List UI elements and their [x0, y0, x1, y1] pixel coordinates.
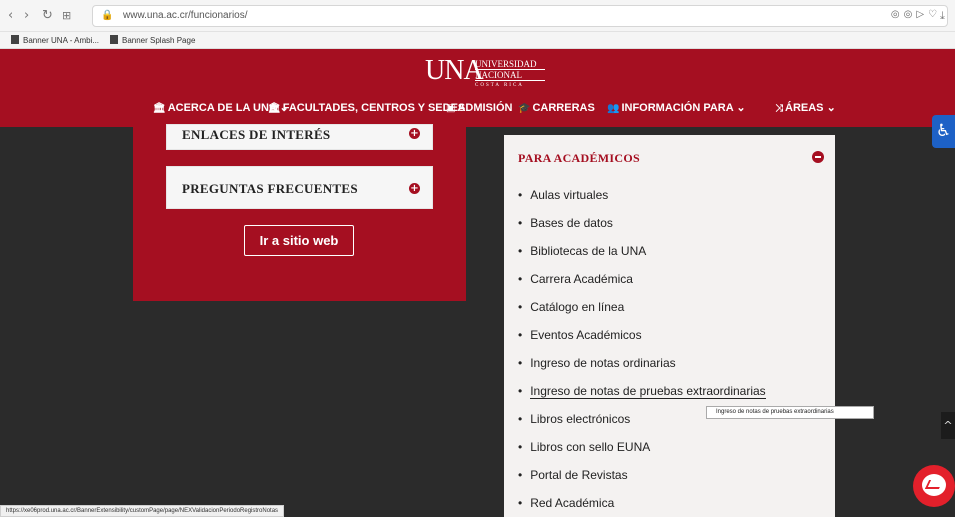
list-item[interactable]: Ingreso de notas ordinarias — [518, 355, 766, 383]
shuffle-icon: ⤨ — [775, 103, 783, 114]
main-nav: 🏛 ACERCA DE LA UNA ⌄ 🏛 FACULTADES, CENTROS… — [0, 100, 955, 118]
list-item[interactable]: Bases de datos — [518, 215, 766, 243]
page-icon — [110, 35, 118, 44]
nav-areas[interactable]: ⤨ ÁREAS ⌄ — [775, 100, 836, 117]
list-item[interactable]: Libros con sello EUNA — [518, 439, 766, 467]
institution-icon: 🏛 — [268, 103, 281, 114]
id-card-icon: ▣ — [446, 103, 456, 114]
bookmarks-bar: Banner UNA - Ambi... Banner Splash Page — [0, 32, 955, 49]
status-bar-url: https://xe06prod.una.ac.cr/BannerExtensi… — [0, 505, 285, 517]
list-item[interactable]: Portal de Revistas — [518, 467, 766, 495]
url-text[interactable]: www.una.ac.cr/funcionarios/ — [123, 10, 248, 21]
list-item[interactable]: Aulas virtuales — [518, 187, 766, 215]
list-item[interactable]: Bibliotecas de la UNA — [518, 243, 766, 271]
address-bar[interactable]: 🔒 www.una.ac.cr/funcionarios/ ◎◎▷♡ — [92, 5, 948, 27]
lock-icon: 🔒 — [101, 10, 114, 21]
list-item[interactable]: Carrera Académica — [518, 271, 766, 299]
nav-carreras[interactable]: 🎓 CARRERAS — [518, 100, 595, 117]
forward-icon[interactable]: › — [24, 8, 29, 24]
academics-link-list: Aulas virtuales Bases de datos Bibliotec… — [518, 187, 766, 517]
graduation-cap-icon: 🎓 — [518, 103, 531, 114]
nav-informacion[interactable]: 👥 INFORMACIÓN PARA ⌄ — [607, 100, 746, 117]
nav-facultades[interactable]: 🏛 FACULTADES, CENTROS Y SEDES — [268, 100, 465, 117]
browser-toolbar: ‹ › ↻ ⊞ 🔒 www.una.ac.cr/funcionarios/ ◎◎… — [0, 0, 955, 32]
nav-admision[interactable]: ▣ ADMISIÓN — [446, 100, 512, 117]
site-header: UNA UNIVERSIDAD NACIONAL COSTA RICA 🏛 ACE… — [0, 49, 955, 127]
panel-title[interactable]: PARA ACADÉMICOS — [518, 151, 640, 166]
accordion-preguntas[interactable]: PREGUNTAS FRECUENTES + — [166, 166, 433, 209]
go-to-website-button[interactable]: Ir a sitio web — [244, 225, 354, 256]
bookmark-item[interactable]: Banner Splash Page — [110, 35, 195, 45]
list-item[interactable]: Red Académica — [518, 495, 766, 517]
users-icon: 👥 — [607, 103, 620, 114]
links-box — [133, 127, 466, 301]
list-item[interactable]: Eventos Académicos — [518, 327, 766, 355]
plus-icon: + — [409, 128, 420, 139]
list-item[interactable]: Catálogo en línea — [518, 299, 766, 327]
accessibility-icon[interactable]: ♿ — [932, 115, 955, 148]
link-tooltip: Ingreso de notas de pruebas extraordinar… — [706, 406, 874, 419]
page-icon — [11, 35, 19, 44]
download-icon[interactable]: ⤓ — [940, 8, 945, 24]
minus-icon[interactable] — [812, 151, 824, 163]
academics-panel: PARA ACADÉMICOS Aulas virtuales Bases de… — [504, 135, 835, 517]
plus-icon: + — [409, 183, 420, 194]
reload-icon[interactable]: ↻ — [42, 8, 53, 24]
address-bar-actions[interactable]: ◎◎▷♡ — [891, 9, 941, 20]
bookmark-item[interactable]: Banner UNA - Ambi... — [11, 35, 99, 45]
scroll-top-icon[interactable]: ^ — [941, 412, 955, 439]
apps-grid-icon[interactable]: ⊞ — [62, 8, 71, 24]
messenger-icon[interactable] — [913, 465, 955, 507]
accordion-enlaces[interactable]: ENLACES DE INTERÉS + — [166, 124, 433, 150]
back-icon[interactable]: ‹ — [8, 8, 13, 24]
institution-icon: 🏛 — [153, 103, 166, 114]
